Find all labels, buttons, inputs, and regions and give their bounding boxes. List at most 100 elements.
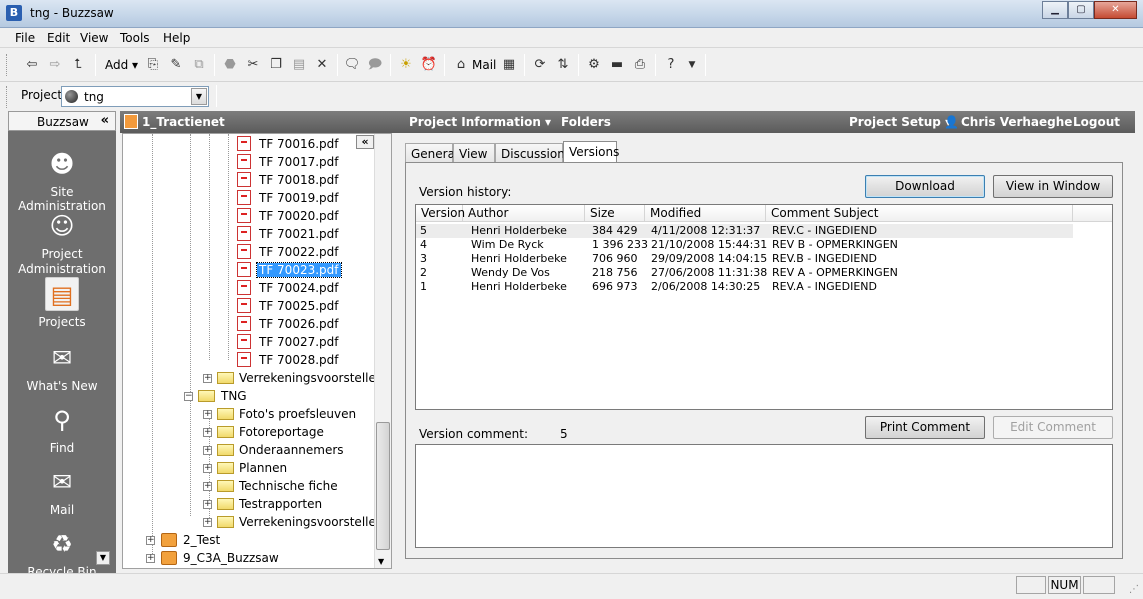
paste-icon[interactable]: ▤ (289, 55, 309, 75)
pdf-file-icon (237, 154, 251, 169)
project-select[interactable]: tng ▼ (61, 86, 209, 107)
print-icon[interactable]: ⎙ (630, 55, 650, 75)
forward-arrow-icon[interactable]: ⇨ (45, 55, 65, 75)
expand-icon[interactable]: + (203, 410, 212, 419)
project-information-menu[interactable]: Project Information ▾ (409, 115, 551, 129)
folder-icon (217, 372, 234, 384)
up-folder-icon[interactable]: ⮤ (68, 55, 88, 75)
table-cell-modified: 21/10/2008 15:44:31 (651, 238, 768, 251)
download-button[interactable]: Download (865, 175, 985, 198)
properties-doc-icon[interactable]: ⧉ (189, 55, 209, 75)
minimize-button[interactable]: ▁ (1042, 1, 1068, 19)
help-icon[interactable]: ? (661, 55, 681, 75)
tab-discussions[interactable]: Discussions (495, 143, 571, 163)
expand-icon[interactable]: + (203, 500, 212, 509)
user-name[interactable]: Chris Verhaeghe (961, 115, 1072, 129)
table-row[interactable]: 1 Henri Holderbeke 696 973 2/06/2008 14:30:… (416, 280, 1112, 294)
print-comment-button[interactable]: Print Comment (865, 416, 985, 439)
add-button[interactable]: Add ▾ (105, 58, 138, 72)
table-header: Version Author Size Modified Comment Sub… (416, 205, 1112, 222)
copy-icon[interactable]: ❐ (266, 55, 286, 75)
tab-general[interactable]: General (405, 143, 458, 163)
help-dropdown-icon[interactable]: ▼ (682, 55, 702, 75)
expand-icon[interactable]: + (203, 482, 212, 491)
table-row[interactable]: 2 Wendy De Vos 218 756 27/06/2008 11:31:38 R… (416, 266, 1112, 280)
lock-icon[interactable]: ⬣ (220, 55, 240, 75)
mail-button[interactable]: Mail (472, 58, 496, 72)
save-icon[interactable]: ▬ (607, 55, 627, 75)
alarm-icon[interactable]: ⏰ (419, 55, 439, 75)
table-row[interactable]: 3 Henri Holderbeke 706 960 29/09/2008 14:04… (416, 252, 1112, 266)
refresh-doc-icon[interactable]: ⇅ (553, 55, 573, 75)
sidebar-item-recycle-bin[interactable]: ♻ Recycle Bin (8, 527, 116, 573)
resize-grip-icon[interactable]: ⋰ (1129, 584, 1141, 596)
menu-tools[interactable]: Tools (120, 31, 150, 45)
sidebar-item-whats-new[interactable]: ✉ What's New (8, 341, 116, 393)
reply-comment-icon[interactable]: 🗩 (365, 55, 385, 75)
tab-versions[interactable]: Versions (563, 141, 619, 164)
collapse-sidebar-icon[interactable]: « (101, 113, 109, 128)
sidebar-item-projects[interactable]: ▤ Projects (8, 277, 116, 329)
back-arrow-icon[interactable]: ⇦ (22, 55, 42, 75)
report-icon[interactable]: ▦ (499, 55, 519, 75)
project-setup-menu[interactable]: Project Setup ▾ (849, 115, 951, 129)
column-header-author[interactable]: Author (463, 205, 585, 222)
expand-icon[interactable]: + (203, 446, 212, 455)
expand-icon[interactable]: + (146, 536, 155, 545)
new-item-icon[interactable]: ⎘ (143, 55, 163, 75)
settings-icon[interactable]: ⚙ (584, 55, 604, 75)
sidebar-item-project-administration[interactable]: ☺ Project Administration (8, 209, 116, 277)
maximize-button[interactable]: ▢ (1068, 1, 1094, 19)
tree-label: TF 70019.pdf (259, 191, 339, 205)
title-bar: B tng - Buzzsaw ▁ ▢ ✕ (0, 0, 1143, 28)
table-cell-modified: 27/06/2008 11:31:38 (651, 266, 768, 279)
menu-help[interactable]: Help (163, 31, 190, 45)
home-mail-icon[interactable]: ⌂ (451, 55, 471, 75)
scroll-down-arrow-icon[interactable]: ▼ (378, 557, 384, 566)
edit-comment-button[interactable]: Edit Comment (993, 416, 1113, 439)
menu-file[interactable]: File (15, 31, 35, 45)
notification-icon[interactable]: ☀ (396, 55, 416, 75)
table-row[interactable]: 4 Wim De Ryck 1 396 233 21/10/2008 15:44:31… (416, 238, 1112, 252)
column-header-modified[interactable]: Modified (645, 205, 766, 222)
pdf-file-icon (237, 334, 251, 349)
tab-view[interactable]: View (453, 143, 495, 163)
column-header-version[interactable]: Version (416, 205, 465, 222)
sidebar-item-mail[interactable]: ✉ Mail (8, 465, 116, 517)
sidebar-item-site-administration[interactable]: ☻ Site Administration (8, 147, 116, 213)
table-row[interactable]: 5 Henri Holderbeke 384 429 4/11/2008 12:31:… (416, 224, 1073, 238)
folder-icon (217, 408, 234, 420)
expand-icon[interactable]: + (203, 518, 212, 527)
tree-label: TF 70025.pdf (259, 299, 339, 313)
menu-view[interactable]: View (80, 31, 108, 45)
column-header-size[interactable]: Size (585, 205, 645, 222)
sync-icon[interactable]: ⟳ (530, 55, 550, 75)
edit-doc-icon[interactable]: ✎ (166, 55, 186, 75)
folder-icon (217, 516, 234, 528)
collapse-icon[interactable]: − (184, 392, 193, 401)
menu-edit[interactable]: Edit (47, 31, 70, 45)
cut-icon[interactable]: ✂ (243, 55, 263, 75)
sidebar-scroll-down-icon[interactable]: ▼ (96, 551, 110, 565)
tree-label: TF 70026.pdf (259, 317, 339, 331)
expand-icon[interactable]: + (203, 428, 212, 437)
close-button[interactable]: ✕ (1094, 1, 1137, 19)
expand-icon[interactable]: + (146, 554, 155, 563)
tree-scroll-thumb[interactable] (376, 422, 390, 550)
version-comment-textarea[interactable] (415, 444, 1113, 548)
expand-icon[interactable]: + (203, 374, 212, 383)
project-admin-icon: ☺ (49, 212, 75, 240)
delete-icon[interactable]: ✕ (312, 55, 332, 75)
folders-link[interactable]: Folders (561, 115, 611, 129)
properties-panel: General View Discussions Versions Versio… (399, 133, 1135, 565)
chevron-down-icon[interactable]: ▼ (191, 88, 207, 105)
collapse-tree-button[interactable]: « (356, 135, 374, 149)
comment-icon[interactable]: 🗨 (342, 55, 362, 75)
tree-scrollbar[interactable]: ▼ (374, 134, 391, 568)
logout-link[interactable]: Logout (1073, 115, 1120, 129)
folder-open-icon (198, 390, 215, 402)
sidebar-item-find[interactable]: ⚲ Find (8, 403, 116, 455)
column-header-comment-subject[interactable]: Comment Subject (766, 205, 1073, 222)
expand-icon[interactable]: + (203, 464, 212, 473)
view-in-window-button[interactable]: View in Window (993, 175, 1113, 198)
